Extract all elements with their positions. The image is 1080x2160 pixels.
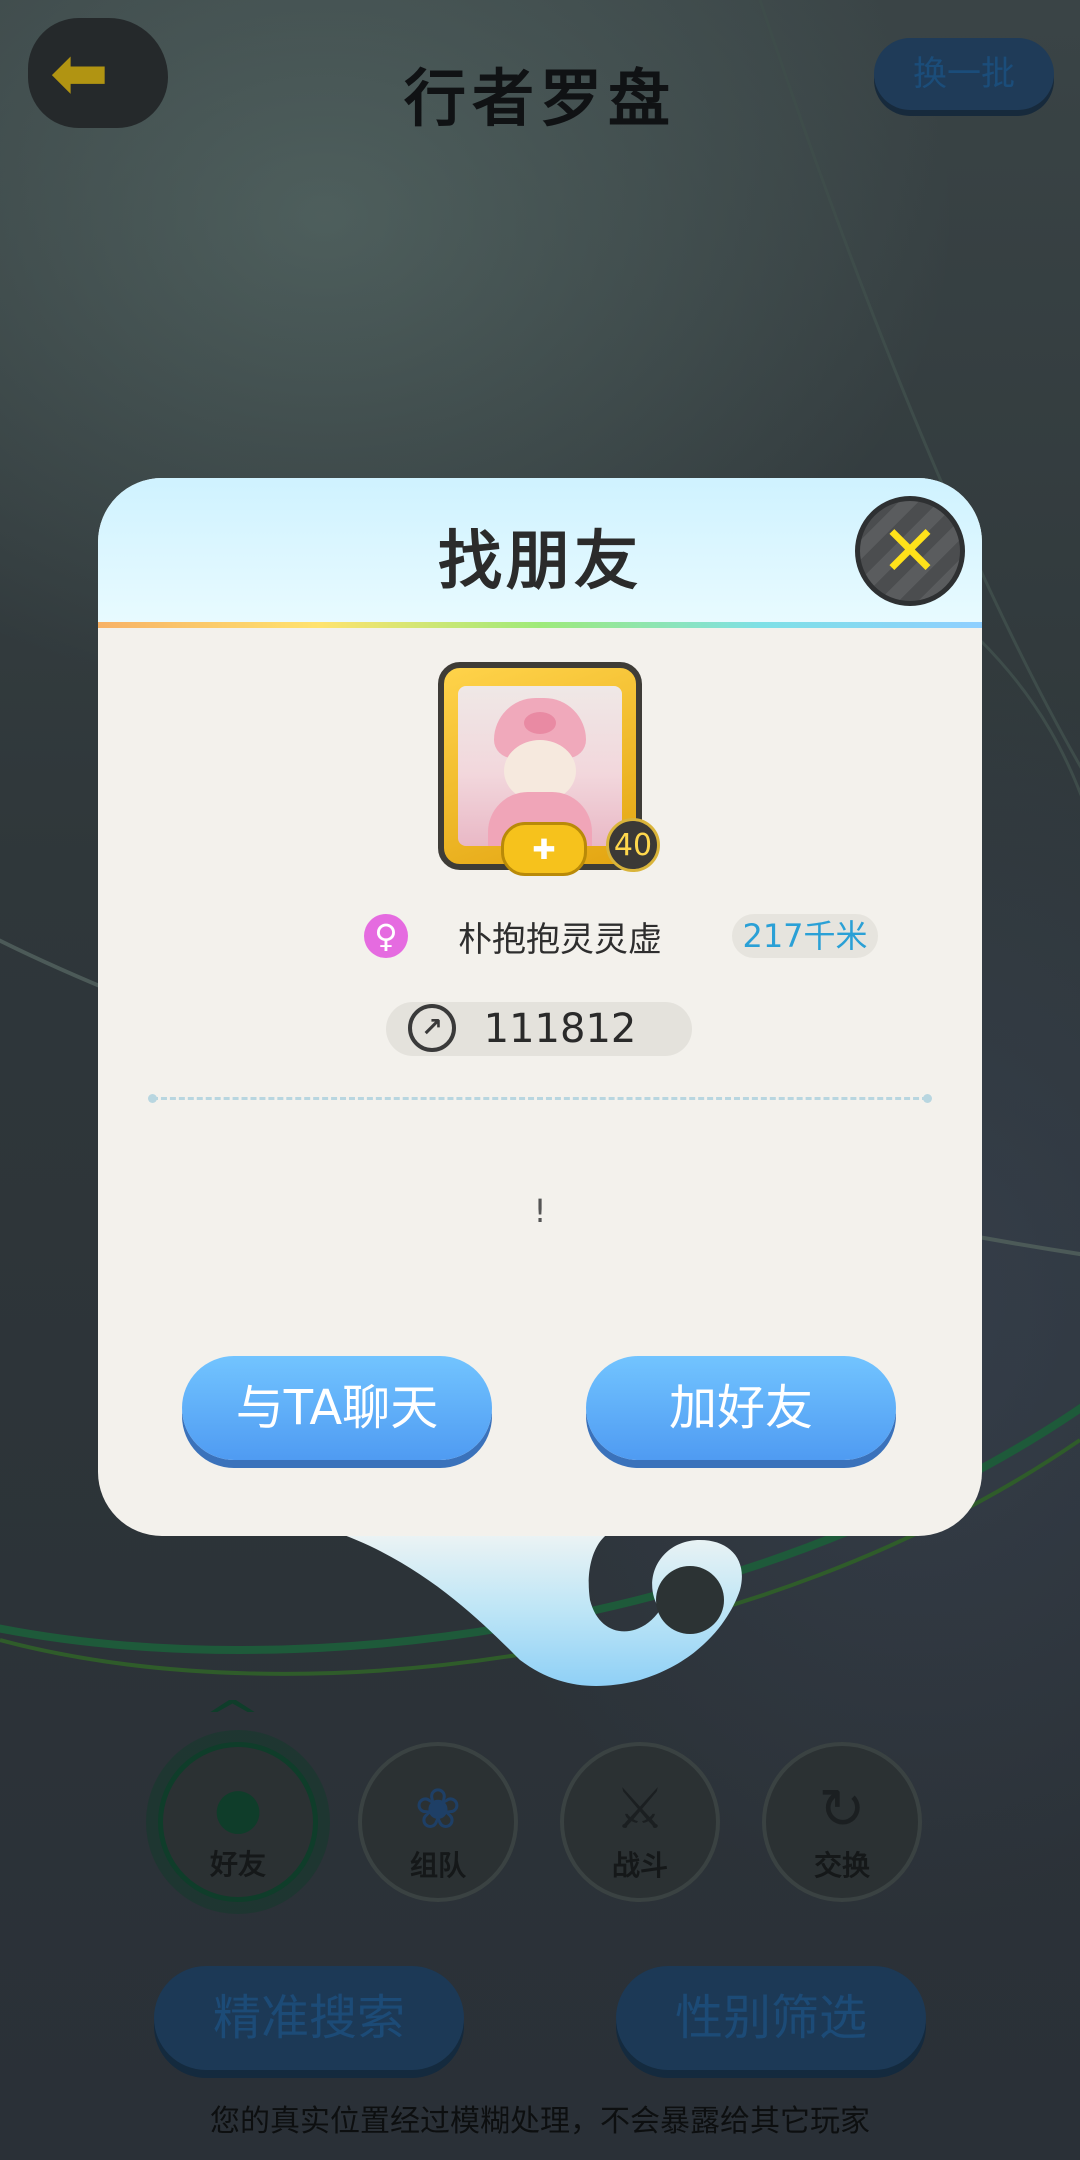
power-value: 111812 xyxy=(483,1006,637,1052)
category-team[interactable]: ❀ 组队 xyxy=(358,1742,518,1902)
dialog-header: 找朋友 xyxy=(98,478,982,628)
precise-search-button[interactable]: 精准搜索 xyxy=(154,1966,464,2070)
refresh-button[interactable]: 换一批 xyxy=(874,38,1054,110)
category-label: 战斗 xyxy=(611,1849,668,1882)
gamepad-icon: ✚ xyxy=(501,822,587,876)
category-battle[interactable]: ⚔ 战斗 xyxy=(560,1742,720,1902)
gourd-icon: ● xyxy=(213,1776,263,1841)
female-icon: ♀ xyxy=(364,914,408,958)
rainbow-divider xyxy=(98,622,982,628)
dialog-title: 找朋友 xyxy=(438,525,642,599)
dashed-divider xyxy=(148,1094,932,1103)
category-label: 交换 xyxy=(813,1849,870,1882)
swap-icon: ↻ xyxy=(818,1777,866,1842)
chevron-up-icon: ^ xyxy=(202,1692,262,1743)
player-name: 朴抱抱灵灵虚 xyxy=(458,920,662,960)
category-swap[interactable]: ↻ 交换 xyxy=(762,1742,922,1902)
crossed-swords-icon: ⚔ xyxy=(614,1777,666,1842)
close-icon: ✕ xyxy=(880,510,940,592)
category-friends[interactable]: ● 好友 xyxy=(158,1742,318,1902)
player-message: ! xyxy=(533,1192,547,1230)
category-label: 组队 xyxy=(409,1849,466,1882)
sword-icon: ↗ xyxy=(408,1004,456,1052)
chat-button[interactable]: 与TA聊天 xyxy=(182,1356,492,1460)
privacy-note: 您的真实位置经过模糊处理，不会暴露给其它玩家 xyxy=(210,2104,870,2139)
team-icon: ❀ xyxy=(414,1777,462,1842)
level-badge: 40 xyxy=(606,818,660,872)
close-button[interactable]: ✕ xyxy=(855,496,965,606)
gender-filter-button[interactable]: 性别筛选 xyxy=(616,1966,926,2070)
distance-badge: 217千米 xyxy=(732,914,878,958)
category-label: 好友 xyxy=(209,1848,266,1881)
add-friend-button[interactable]: 加好友 xyxy=(586,1356,896,1460)
